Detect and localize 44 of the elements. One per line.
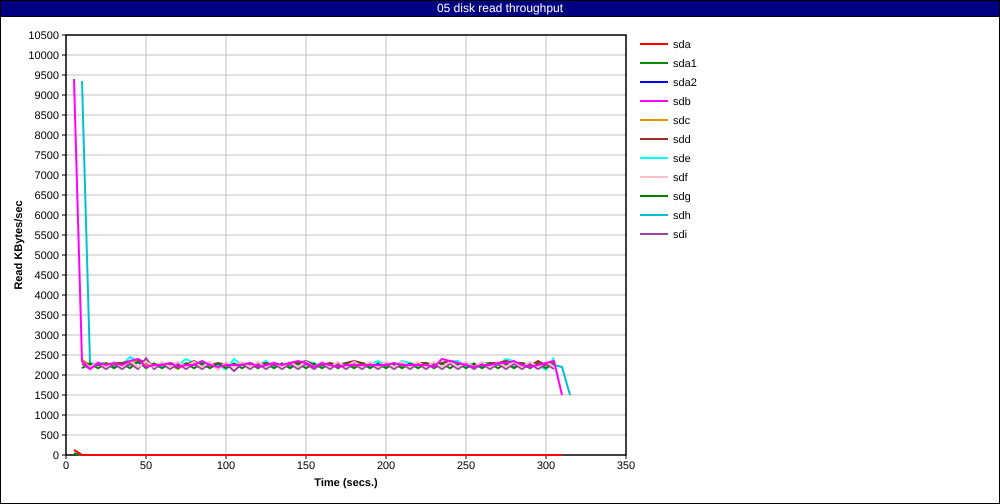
tick-label: 9000 [34, 90, 59, 102]
tick-label: 4500 [34, 270, 59, 282]
tick-label: 3500 [34, 310, 59, 322]
tick-label: 3000 [34, 330, 59, 342]
legend-label: sdg [673, 191, 691, 203]
tick-label: 0 [62, 460, 70, 472]
tick-label: 150 [296, 460, 316, 472]
tick-label: 6000 [34, 210, 59, 222]
window-title: 05 disk read throughput [1, 1, 999, 17]
tick-label: 2500 [34, 350, 59, 362]
tick-label: 200 [376, 460, 396, 472]
tick-label: 1500 [34, 390, 59, 402]
tick-label: 250 [456, 460, 476, 472]
tick-label: 8500 [34, 110, 59, 122]
tick-label: 9500 [34, 70, 59, 82]
tick-label: 6500 [34, 190, 59, 202]
legend-label: sda1 [673, 58, 697, 70]
tick-label: 8000 [34, 130, 59, 142]
axis-title: Read KBytes/sec [13, 200, 25, 290]
tick-label: 100 [216, 460, 236, 472]
legend-label: sdc [673, 115, 690, 127]
tick-label: 7500 [34, 150, 59, 162]
tick-label: 500 [40, 430, 59, 442]
tick-label: 50 [140, 460, 152, 472]
legend-label: sdd [673, 134, 691, 146]
tick-label: 7000 [34, 170, 59, 182]
legend-label: sda [673, 39, 691, 51]
legend-label: sdf [673, 172, 688, 184]
tick-label: 1000 [34, 410, 59, 422]
legend-label: sda2 [673, 77, 697, 89]
tick-label: 0 [52, 450, 59, 462]
legend-label: sdi [673, 229, 688, 241]
tick-label: 5000 [34, 250, 59, 262]
legend-label: sdh [673, 210, 691, 222]
tick-label: 300 [536, 460, 556, 472]
axis-title: Time (secs.) [314, 477, 378, 489]
legend-label: sdb [673, 96, 691, 108]
tick-label: 10500 [28, 30, 59, 42]
tick-label: 5500 [34, 230, 59, 242]
tick-label: 4000 [34, 290, 59, 302]
tick-label: 10000 [28, 50, 59, 62]
legend-label: sde [673, 153, 691, 165]
tick-label: 350 [616, 460, 636, 472]
tick-label: 2000 [34, 370, 59, 382]
